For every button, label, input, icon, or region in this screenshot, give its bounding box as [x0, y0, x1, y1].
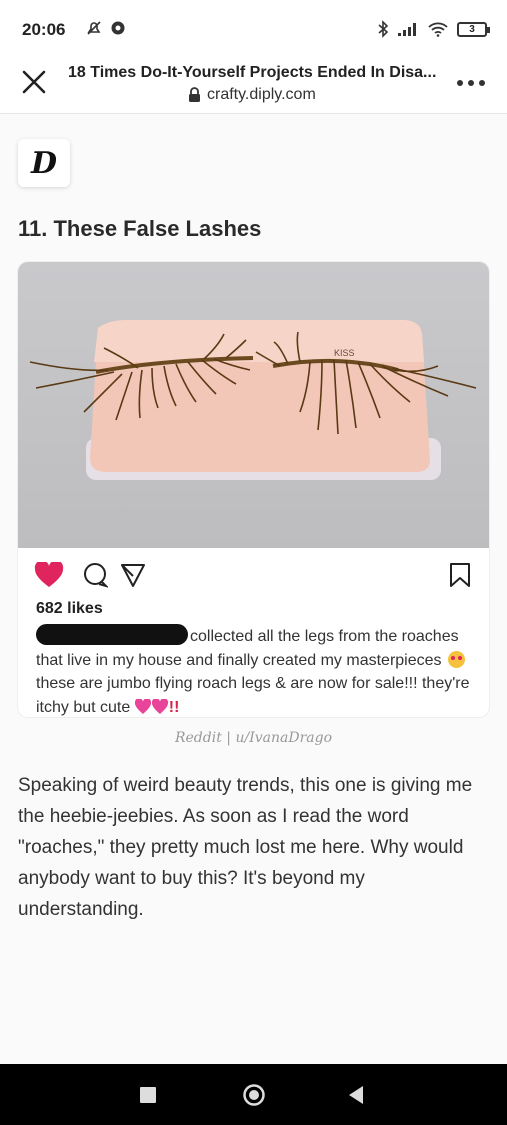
close-button[interactable]	[18, 66, 50, 98]
bluetooth-icon	[378, 20, 389, 38]
tray-brand-label: KISS	[334, 348, 355, 358]
post-actions	[34, 562, 474, 588]
page-title: 18 Times Do-It-Yourself Projects Ended I…	[68, 64, 437, 81]
page-content: D 11. These False Lashes KISS 682 likes …	[0, 114, 507, 1064]
url-bar[interactable]: crafty.diply.com	[188, 86, 316, 104]
status-left-icons	[86, 20, 126, 36]
redacted-username	[36, 624, 188, 645]
notification-icon	[87, 21, 101, 35]
hearts-emoji-icon	[134, 698, 168, 714]
status-time: 20:06	[22, 20, 66, 39]
send-icon[interactable]	[120, 562, 146, 588]
lock-icon	[189, 87, 200, 102]
system-nav-bar	[0, 1064, 507, 1125]
vpn-icon	[111, 21, 125, 35]
bookmark-icon[interactable]	[448, 562, 472, 588]
wifi-icon	[428, 22, 448, 37]
site-logo[interactable]: D	[18, 139, 70, 187]
back-button[interactable]	[347, 1085, 365, 1105]
section-heading: 11. These False Lashes	[18, 216, 262, 241]
post-photo: KISS	[18, 262, 489, 548]
image-credit: Reddit | u/IvanaDrago	[174, 730, 332, 746]
instagram-post-card: KISS 682 likes collected all the legs fr…	[18, 262, 489, 717]
signal-icon	[398, 23, 416, 36]
comment-icon[interactable]	[82, 562, 108, 588]
battery-indicator: 3	[457, 21, 490, 37]
url-text: crafty.diply.com	[207, 86, 316, 103]
status-right-icons: 3	[377, 20, 490, 38]
recent-apps-button[interactable]	[139, 1086, 157, 1104]
home-button[interactable]	[242, 1083, 266, 1107]
browser-header: 18 Times Do-It-Yourself Projects Ended I…	[0, 58, 507, 114]
more-options-button[interactable]	[457, 76, 487, 90]
close-icon	[22, 70, 46, 94]
post-caption: collected all the legs from the roaches …	[36, 624, 476, 717]
status-bar: 20:06 3	[0, 0, 507, 58]
likes-count: 682 likes	[36, 600, 103, 617]
caption-end: !!	[168, 698, 180, 716]
logo-letter: D	[30, 145, 57, 181]
caption-text-2: these are jumbo flying roach legs & are …	[36, 675, 470, 716]
article-body-text: Speaking of weird beauty trends, this on…	[18, 775, 473, 920]
heart-icon[interactable]	[34, 562, 64, 588]
more-dots-icon	[457, 80, 463, 86]
lashes-image: KISS	[29, 320, 477, 480]
heart-eyes-emoji-icon	[447, 650, 465, 668]
